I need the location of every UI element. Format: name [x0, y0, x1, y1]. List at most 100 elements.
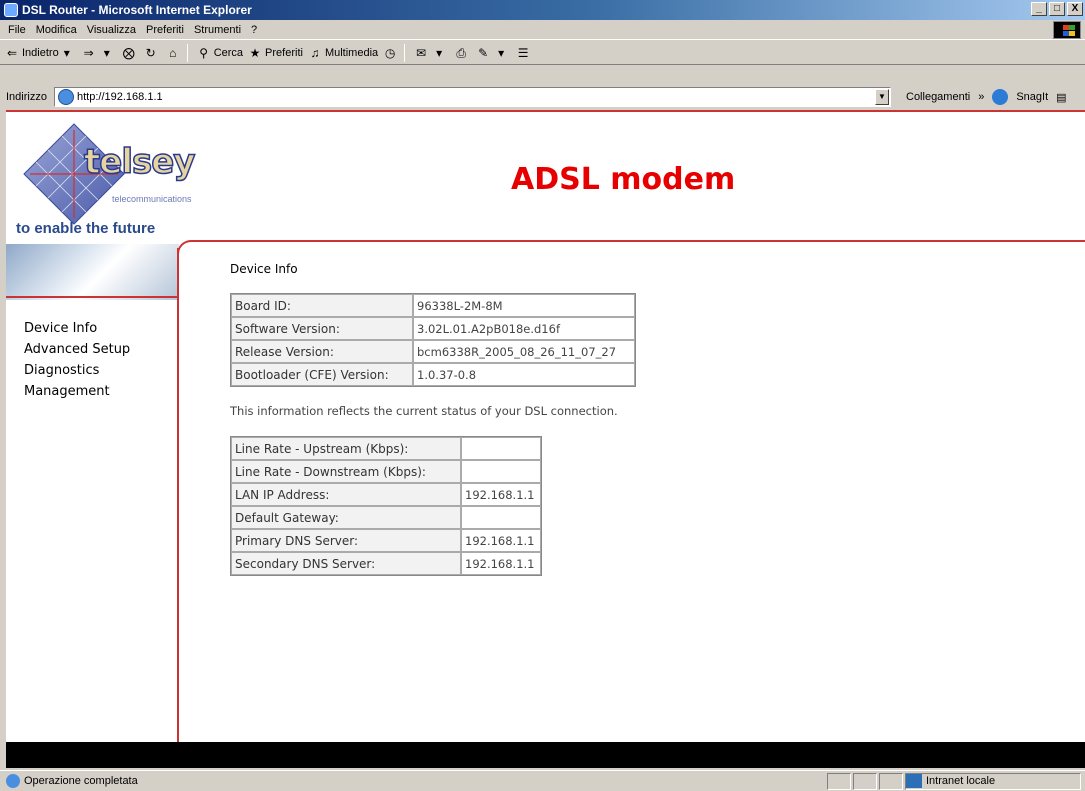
table-row: Line Rate - Upstream (Kbps):: [231, 437, 541, 460]
window-title: DSL Router - Microsoft Internet Explorer: [22, 3, 252, 17]
nav-advanced-setup[interactable]: Advanced Setup: [24, 339, 130, 360]
table-row: Secondary DNS Server: 192.168.1.1: [231, 552, 541, 575]
search-label: Cerca: [213, 46, 244, 59]
nav-management[interactable]: Management: [24, 381, 130, 402]
history-icon: ◷: [384, 45, 396, 60]
address-url: http://192.168.1.1: [77, 91, 163, 103]
logo: telsey telecommunications to enable the …: [6, 112, 196, 302]
content-border: [177, 240, 1085, 254]
security-zone: Intranet locale: [906, 774, 995, 788]
zone-label: Intranet locale: [926, 775, 996, 787]
toolbar-separator: [186, 43, 188, 62]
menu-bar: File Modifica Visualizza Preferiti Strum…: [0, 20, 1085, 40]
page-footer-bar: [6, 742, 1085, 768]
links-chevron-icon[interactable]: »: [978, 91, 984, 103]
status-text: Operazione completata: [24, 775, 138, 787]
address-label: Indirizzo: [6, 91, 47, 103]
menu-help[interactable]: ?: [251, 24, 257, 36]
table-key: LAN IP Address:: [231, 483, 461, 506]
logo-subtitle: telecommunications: [112, 194, 192, 204]
menu-modifica[interactable]: Modifica: [36, 24, 77, 36]
logo-name: telsey: [83, 141, 196, 183]
stop-icon: ⨂: [122, 45, 135, 60]
table-row: Bootloader (CFE) Version: 1.0.37-0.8: [231, 363, 635, 386]
table-row: Board ID: 96338L-2M-8M: [231, 294, 635, 317]
table-value: 3.02L.01.A2pB018e.d16f: [413, 317, 635, 340]
back-arrow-icon: ⇐: [6, 45, 18, 60]
sidebar-nav: Device Info Advanced Setup Diagnostics M…: [24, 318, 130, 402]
status-description: This information reflects the current st…: [230, 404, 618, 418]
nav-diagnostics[interactable]: Diagnostics: [24, 360, 130, 381]
table-key: Board ID:: [231, 294, 413, 317]
close-button[interactable]: X: [1067, 2, 1083, 16]
snagit-window-icon[interactable]: ▤: [1056, 91, 1066, 104]
media-button[interactable]: ♫ Multimedia: [307, 45, 378, 61]
table-value: 96338L-2M-8M: [413, 294, 635, 317]
mail-button[interactable]: ✉ ▾: [413, 45, 449, 61]
discuss-icon: ☰: [517, 45, 529, 60]
print-button[interactable]: ⎙: [453, 45, 471, 61]
stop-button[interactable]: ⨂: [121, 45, 139, 61]
title-bar: DSL Router - Microsoft Internet Explorer…: [0, 0, 1085, 20]
table-row: Software Version: 3.02L.01.A2pB018e.d16f: [231, 317, 635, 340]
address-bar: Indirizzo http://192.168.1.1 ▼ Collegame…: [0, 86, 1085, 108]
table-row: LAN IP Address: 192.168.1.1: [231, 483, 541, 506]
status-panel: [827, 773, 851, 790]
menu-visualizza[interactable]: Visualizza: [87, 24, 136, 36]
forward-button[interactable]: ⇒ ▾: [81, 45, 117, 61]
table-value: [461, 506, 541, 529]
table-row: Line Rate - Downstream (Kbps):: [231, 460, 541, 483]
minimize-button[interactable]: _: [1031, 2, 1047, 16]
table-value: bcm6338R_2005_08_26_11_07_27: [413, 340, 635, 363]
table-key: Secondary DNS Server:: [231, 552, 461, 575]
address-dropdown-button[interactable]: ▼: [875, 89, 889, 105]
refresh-button[interactable]: ↻: [143, 45, 161, 61]
home-button[interactable]: ⌂: [165, 45, 183, 61]
search-button[interactable]: ⚲ Cerca: [196, 45, 243, 61]
media-icon: ♫: [310, 45, 320, 60]
table-value: 192.168.1.1: [461, 529, 541, 552]
device-info-table: Board ID: 96338L-2M-8M Software Version: 3…: [230, 293, 636, 387]
links-label[interactable]: Collegamenti: [906, 91, 970, 103]
decorative-banner: [6, 244, 179, 300]
menu-file[interactable]: File: [8, 24, 26, 36]
logo-tagline: to enable the future: [16, 220, 156, 237]
table-key: Line Rate - Downstream (Kbps):: [231, 460, 461, 483]
back-label: Indietro: [22, 46, 59, 59]
maximize-button[interactable]: □: [1049, 2, 1065, 16]
sidebar-border: [177, 248, 179, 742]
home-icon: ⌂: [169, 45, 177, 60]
favorites-button[interactable]: ★ Preferiti: [247, 45, 303, 61]
discuss-button[interactable]: ☰: [515, 45, 533, 61]
media-label: Multimedia: [324, 46, 379, 59]
menu-preferiti[interactable]: Preferiti: [146, 24, 184, 36]
toolbar: ⇐ Indietro ▾ ⇒ ▾ ⨂ ↻ ⌂ ⚲ Cerca ★ Preferi…: [0, 41, 1085, 65]
table-key: Software Version:: [231, 317, 413, 340]
favorites-icon: ★: [249, 45, 261, 60]
table-key: Primary DNS Server:: [231, 529, 461, 552]
table-row: Default Gateway:: [231, 506, 541, 529]
nav-device-info[interactable]: Device Info: [24, 318, 130, 339]
back-button[interactable]: ⇐ Indietro ▾: [4, 45, 77, 61]
status-panel: [879, 773, 903, 790]
print-icon: ⎙: [456, 45, 466, 60]
table-key: Release Version:: [231, 340, 413, 363]
address-input[interactable]: http://192.168.1.1: [54, 87, 891, 107]
history-button[interactable]: ◷: [382, 45, 400, 61]
table-value: [461, 437, 541, 460]
snagit-icon[interactable]: [992, 89, 1009, 105]
status-panel: [853, 773, 877, 790]
table-value: 192.168.1.1: [461, 552, 541, 575]
snagit-label[interactable]: SnagIt: [1016, 91, 1048, 103]
table-value: [461, 460, 541, 483]
search-icon: ⚲: [199, 45, 209, 60]
intranet-icon: [906, 774, 922, 788]
refresh-icon: ↻: [145, 45, 156, 60]
table-value: 192.168.1.1: [461, 483, 541, 506]
edit-button[interactable]: ✎ ▾: [475, 45, 511, 61]
page-title: ADSL modem: [511, 162, 736, 197]
section-title: Device Info: [230, 262, 298, 276]
main-content: Device Info Board ID: 96338L-2M-8M Softwa…: [230, 262, 636, 576]
menu-strumenti[interactable]: Strumenti: [194, 24, 241, 36]
chevron-down-icon: ▾: [63, 45, 70, 60]
